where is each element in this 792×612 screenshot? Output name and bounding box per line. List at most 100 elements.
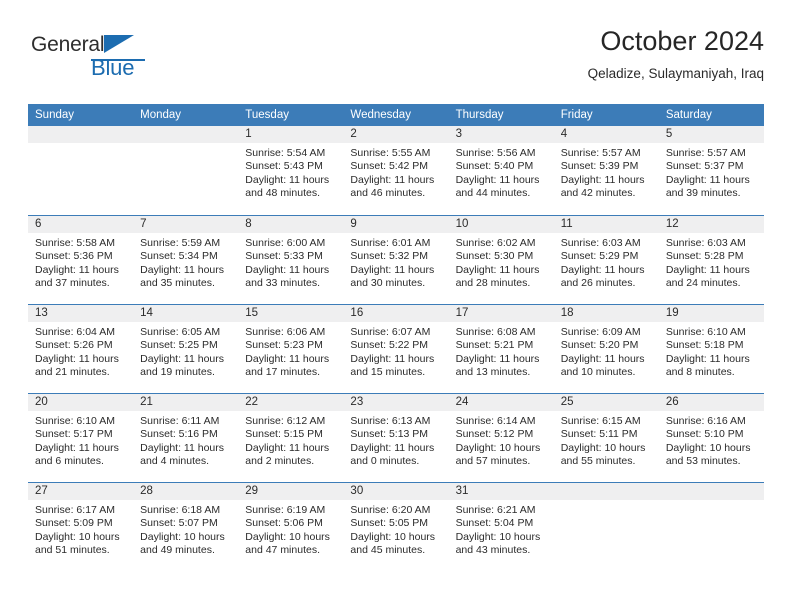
day-number	[28, 126, 134, 143]
calendar-grid: Sunday Monday Tuesday Wednesday Thursday…	[28, 104, 764, 571]
calendar-week-row: 1 Sunrise: 5:54 AM Sunset: 5:43 PM Daylight…	[28, 126, 764, 215]
day-number: 11	[553, 216, 659, 233]
sunrise-text: Sunrise: 5:58 AM	[35, 237, 115, 249]
day-details: Sunrise: 5:56 AM Sunset: 5:40 PM Daylight:…	[449, 143, 554, 200]
day-details: Sunrise: 6:17 AM Sunset: 5:09 PM Daylight:…	[28, 500, 133, 557]
daylight-text-line1: Daylight: 11 hours	[245, 173, 330, 186]
sunset-text: Sunset: 5:05 PM	[350, 517, 429, 530]
day-details: Sunrise: 6:10 AM Sunset: 5:17 PM Daylight:…	[28, 411, 133, 468]
calendar-day-cell[interactable]: 5 Sunrise: 5:57 AM Sunset: 5:37 PM Daylight…	[658, 126, 764, 215]
daylight-text-line1: Daylight: 10 hours	[35, 530, 120, 543]
daylight-text-line1: Daylight: 11 hours	[35, 263, 119, 276]
calendar-page: General Blue October 2024 Qeladize, Sula…	[0, 0, 792, 612]
calendar-day-cell[interactable]: 8 Sunrise: 6:00 AM Sunset: 5:33 PM Daylight…	[238, 216, 344, 304]
calendar-day-cell[interactable]: 10 Sunrise: 6:02 AM Sunset: 5:30 PM Dayligh…	[448, 216, 554, 304]
daylight-text-line2: and 39 minutes.	[665, 186, 741, 199]
day-details: Sunrise: 6:21 AM Sunset: 5:04 PM Daylight:…	[449, 500, 554, 557]
calendar-day-cell[interactable]: 26 Sunrise: 6:16 AM Sunset: 5:10 PM Dayligh…	[658, 394, 764, 482]
daylight-text-line1: Daylight: 11 hours	[35, 352, 119, 365]
sunrise-text: Sunrise: 6:03 AM	[665, 237, 746, 249]
sunrise-text: Sunrise: 6:19 AM	[245, 504, 326, 516]
day-number: 3	[448, 126, 554, 143]
daylight-text-line2: and 15 minutes.	[350, 365, 426, 378]
daylight-text-line2: and 51 minutes.	[35, 543, 110, 556]
title-block: October 2024 Qeladize, Sulaymaniyah, Ira…	[588, 24, 764, 82]
weekday-header-friday: Friday	[560, 109, 593, 121]
sunset-text: Sunset: 5:10 PM	[665, 428, 744, 441]
daylight-text-line2: and 37 minutes.	[35, 276, 110, 289]
daylight-text-line1: Daylight: 11 hours	[350, 263, 435, 276]
calendar-day-cell[interactable]: 2 Sunrise: 5:55 AM Sunset: 5:42 PM Daylight…	[343, 126, 449, 215]
calendar-day-cell[interactable]: 22 Sunrise: 6:12 AM Sunset: 5:15 PM Dayligh…	[238, 394, 344, 482]
day-details: Sunrise: 6:01 AM Sunset: 5:32 PM Daylight:…	[343, 233, 448, 290]
day-details: Sunrise: 6:18 AM Sunset: 5:07 PM Daylight:…	[133, 500, 238, 557]
page-header: General Blue October 2024 Qeladize, Sula…	[28, 24, 764, 100]
day-details	[28, 143, 133, 147]
day-details: Sunrise: 5:57 AM Sunset: 5:39 PM Daylight:…	[554, 143, 659, 200]
calendar-day-cell[interactable]: 11 Sunrise: 6:03 AM Sunset: 5:29 PM Dayligh…	[553, 216, 659, 304]
calendar-day-cell[interactable]: 20 Sunrise: 6:10 AM Sunset: 5:17 PM Dayligh…	[28, 394, 134, 482]
calendar-day-cell[interactable]: 30 Sunrise: 6:20 AM Sunset: 5:05 PM Dayligh…	[343, 483, 449, 571]
calendar-day-cell[interactable]: 1 Sunrise: 5:54 AM Sunset: 5:43 PM Daylight…	[238, 126, 344, 215]
daylight-text-line2: and 8 minutes.	[665, 365, 735, 378]
sunrise-text: Sunrise: 6:01 AM	[350, 237, 431, 249]
calendar-day-cell[interactable]: 3 Sunrise: 5:56 AM Sunset: 5:40 PM Daylight…	[448, 126, 554, 215]
sunrise-text: Sunrise: 6:21 AM	[455, 504, 536, 516]
daylight-text-line1: Daylight: 10 hours	[350, 530, 436, 543]
calendar-day-cell[interactable]: 9 Sunrise: 6:01 AM Sunset: 5:32 PM Daylight…	[343, 216, 449, 304]
calendar-day-cell[interactable]: 25 Sunrise: 6:15 AM Sunset: 5:11 PM Dayligh…	[553, 394, 659, 482]
daylight-text-line2: and 43 minutes.	[455, 543, 531, 556]
sunrise-text: Sunrise: 6:02 AM	[455, 237, 536, 249]
calendar-day-cell[interactable]: 4 Sunrise: 5:57 AM Sunset: 5:39 PM Daylight…	[553, 126, 659, 215]
sunset-text: Sunset: 5:04 PM	[455, 517, 534, 530]
calendar-day-cell[interactable]: 29 Sunrise: 6:19 AM Sunset: 5:06 PM Dayligh…	[238, 483, 344, 571]
sunset-text: Sunset: 5:30 PM	[455, 250, 534, 263]
weekday-header-tuesday: Tuesday	[245, 109, 289, 121]
calendar-cell-empty	[28, 126, 134, 215]
calendar-cell-empty	[658, 483, 764, 571]
calendar-day-cell[interactable]: 15 Sunrise: 6:06 AM Sunset: 5:23 PM Dayligh…	[238, 305, 344, 393]
day-details: Sunrise: 5:59 AM Sunset: 5:34 PM Daylight:…	[133, 233, 238, 290]
sunrise-text: Sunrise: 6:03 AM	[560, 237, 641, 249]
calendar-day-cell[interactable]: 18 Sunrise: 6:09 AM Sunset: 5:20 PM Dayligh…	[553, 305, 659, 393]
day-number: 26	[658, 394, 764, 411]
sunrise-text: Sunrise: 5:55 AM	[350, 147, 431, 159]
calendar-day-cell[interactable]: 12 Sunrise: 6:03 AM Sunset: 5:28 PM Dayligh…	[658, 216, 764, 304]
day-details: Sunrise: 6:14 AM Sunset: 5:12 PM Daylight:…	[449, 411, 554, 468]
sunset-text: Sunset: 5:39 PM	[560, 160, 639, 173]
calendar-day-cell[interactable]: 14 Sunrise: 6:05 AM Sunset: 5:25 PM Dayligh…	[133, 305, 239, 393]
weekday-header-saturday: Saturday	[665, 109, 712, 121]
day-number: 6	[28, 216, 134, 233]
daylight-text-line1: Daylight: 11 hours	[140, 352, 224, 365]
sunset-text: Sunset: 5:11 PM	[560, 428, 638, 441]
daylight-text-line1: Daylight: 10 hours	[665, 441, 751, 454]
daylight-text-line1: Daylight: 11 hours	[140, 263, 224, 276]
calendar-day-cell[interactable]: 16 Sunrise: 6:07 AM Sunset: 5:22 PM Dayligh…	[343, 305, 449, 393]
sunset-text: Sunset: 5:40 PM	[455, 160, 534, 173]
day-number: 23	[343, 394, 449, 411]
sunrise-text: Sunrise: 6:14 AM	[455, 415, 536, 427]
day-details: Sunrise: 6:11 AM Sunset: 5:16 PM Daylight:…	[133, 411, 238, 468]
calendar-day-cell[interactable]: 6 Sunrise: 5:58 AM Sunset: 5:36 PM Daylight…	[28, 216, 134, 304]
calendar-day-cell[interactable]: 21 Sunrise: 6:11 AM Sunset: 5:16 PM Dayligh…	[133, 394, 239, 482]
daylight-text-line1: Daylight: 11 hours	[140, 441, 224, 454]
daylight-text-line1: Daylight: 11 hours	[560, 263, 645, 276]
calendar-day-cell[interactable]: 24 Sunrise: 6:14 AM Sunset: 5:12 PM Dayligh…	[448, 394, 554, 482]
calendar-day-cell[interactable]: 19 Sunrise: 6:10 AM Sunset: 5:18 PM Dayligh…	[658, 305, 764, 393]
sunrise-text: Sunrise: 5:57 AM	[560, 147, 641, 159]
calendar-day-cell[interactable]: 28 Sunrise: 6:18 AM Sunset: 5:07 PM Dayligh…	[133, 483, 239, 571]
day-number: 15	[238, 305, 344, 322]
daylight-text-line2: and 49 minutes.	[140, 543, 215, 556]
calendar-day-cell[interactable]: 13 Sunrise: 6:04 AM Sunset: 5:26 PM Dayligh…	[28, 305, 134, 393]
calendar-day-cell[interactable]: 31 Sunrise: 6:21 AM Sunset: 5:04 PM Dayligh…	[448, 483, 554, 571]
calendar-week-row: 13 Sunrise: 6:04 AM Sunset: 5:26 PM Dayligh…	[28, 304, 764, 393]
calendar-day-cell[interactable]: 27 Sunrise: 6:17 AM Sunset: 5:09 PM Dayligh…	[28, 483, 134, 571]
calendar-weeks: 1 Sunrise: 5:54 AM Sunset: 5:43 PM Daylight…	[28, 126, 764, 571]
day-details: Sunrise: 6:19 AM Sunset: 5:06 PM Daylight:…	[238, 500, 343, 557]
calendar-day-cell[interactable]: 17 Sunrise: 6:08 AM Sunset: 5:21 PM Dayligh…	[448, 305, 554, 393]
sunset-text: Sunset: 5:33 PM	[245, 250, 323, 263]
calendar-day-cell[interactable]: 23 Sunrise: 6:13 AM Sunset: 5:13 PM Dayligh…	[343, 394, 449, 482]
calendar-day-cell[interactable]: 7 Sunrise: 5:59 AM Sunset: 5:34 PM Daylight…	[133, 216, 239, 304]
sunrise-text: Sunrise: 6:18 AM	[140, 504, 221, 516]
logo-underline	[91, 59, 145, 61]
